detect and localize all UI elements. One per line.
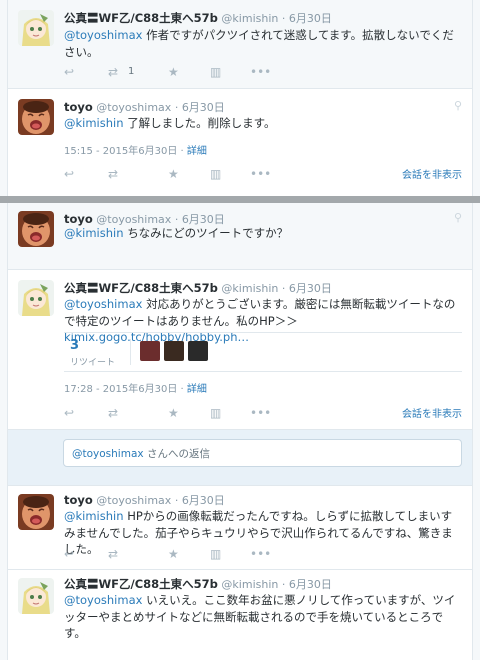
conversation-panel-2: ⚲ toyo @toyoshimax 6月30日 @kimishin ちなみにど… — [7, 203, 473, 660]
hide-conversation-link[interactable]: 会話を非表示 — [402, 405, 462, 420]
user-handle[interactable]: @toyoshimax — [96, 101, 171, 114]
retweeter-avatar[interactable] — [140, 341, 160, 361]
retweet-icon[interactable]: ⇄ — [108, 547, 118, 561]
user-name[interactable]: 公真〓WF乙/C88土東へ57b — [64, 577, 218, 591]
user-handle[interactable]: @kimishin — [221, 282, 278, 295]
retweet-icon[interactable]: ⇄ — [108, 65, 118, 79]
favorite-icon[interactable]: ★ — [168, 547, 179, 561]
tweet-time[interactable]: 6月30日 — [282, 578, 332, 591]
location-pin-icon: ⚲ — [453, 99, 462, 112]
tweet-item[interactable]: 公真〓WF乙/C88土東へ57b @kimishin 6月30日 @toyosh… — [8, 569, 472, 660]
reply-icon[interactable]: ↩ — [64, 547, 74, 561]
mention-link[interactable]: @kimishin — [64, 509, 124, 523]
details-link[interactable]: 詳細 — [187, 146, 207, 157]
avatar[interactable] — [18, 211, 54, 247]
reply-icon[interactable]: ↩ — [64, 65, 74, 79]
favorite-icon[interactable]: ★ — [168, 65, 179, 79]
tweet-text: @kimishin ちなみにどのツイートですか？ — [64, 225, 460, 242]
tweet-header: 公真〓WF乙/C88土東へ57b @kimishin 6月30日 — [64, 280, 332, 296]
avatar[interactable] — [18, 280, 54, 316]
tweet-metadata: 15:15 - 2015年6月30日 · 詳細 — [64, 146, 207, 157]
mention-link[interactable]: @toyoshimax — [64, 593, 142, 607]
tweet-time[interactable]: 6月30日 — [282, 282, 332, 295]
tweet-time[interactable]: 6月30日 — [282, 12, 332, 25]
tweet-time[interactable]: 6月30日 — [175, 101, 225, 114]
user-handle[interactable]: @toyoshimax — [96, 494, 171, 507]
more-icon[interactable]: ••• — [250, 65, 271, 79]
user-name[interactable]: toyo — [64, 100, 93, 114]
tweet-item-focused[interactable]: ⚲ toyo @toyoshimax 6月30日 @kimishin 了解しまし… — [8, 88, 472, 196]
retweeter-avatar[interactable] — [164, 341, 184, 361]
favorite-icon[interactable]: ★ — [168, 406, 179, 420]
analytics-icon[interactable]: ▥ — [210, 167, 221, 181]
retweet-icon[interactable]: ⇄ — [108, 406, 118, 420]
mention-link[interactable]: @toyoshimax — [64, 297, 142, 311]
reply-icon[interactable]: ↩ — [64, 167, 74, 181]
analytics-icon[interactable]: ▥ — [210, 406, 221, 420]
analytics-icon[interactable]: ▥ — [210, 65, 221, 79]
more-icon[interactable]: ••• — [250, 406, 271, 420]
reply-icon[interactable]: ↩ — [64, 406, 74, 420]
tweet-header: 公真〓WF乙/C88土東へ57b @kimishin 6月30日 — [64, 576, 332, 592]
user-name[interactable]: toyo — [64, 212, 93, 226]
reply-composer: @toyoshimax さんへの返信 — [8, 429, 472, 485]
tweet-text: @kimishin 了解しました。削除します。 — [64, 115, 460, 132]
analytics-icon[interactable]: ▥ — [210, 547, 221, 561]
tweet-item[interactable]: ⚲ toyo @toyoshimax 6月30日 @kimishin ちなみにど… — [8, 203, 472, 269]
tweet-time[interactable]: 6月30日 — [175, 494, 225, 507]
tweet-timestamp: 15:15 - 2015年6月30日 — [64, 146, 178, 157]
user-name[interactable]: toyo — [64, 493, 93, 507]
avatar[interactable] — [18, 494, 54, 530]
conversation-panel-1: 公真〓WF乙/C88土東へ57b @kimishin 6月30日 @toyosh… — [7, 0, 473, 196]
reply-mention: @toyoshimax — [72, 448, 144, 460]
reply-placeholder: さんへの返信 — [146, 448, 210, 460]
tweet-text: @toyoshimax 作者ですがパクツイされて迷惑してます。拡散しないでくださ… — [64, 27, 460, 60]
avatar[interactable] — [18, 578, 54, 614]
tweet-body: ちなみにどのツイートですか？ — [127, 226, 289, 240]
avatar[interactable] — [18, 99, 54, 135]
tweet-body: 了解しました。削除します。 — [127, 116, 276, 130]
user-handle[interactable]: @kimishin — [221, 12, 278, 25]
reply-input[interactable]: @toyoshimax さんへの返信 — [63, 439, 462, 467]
more-icon[interactable]: ••• — [250, 167, 271, 181]
tweet-timestamp: 17:28 - 2015年6月30日 — [64, 384, 178, 395]
hide-conversation-link[interactable]: 会話を非表示 — [402, 166, 462, 181]
avatar[interactable] — [18, 10, 54, 46]
favorite-icon[interactable]: ★ — [168, 167, 179, 181]
retweet-label: リツイート — [70, 358, 116, 368]
tweet-header: toyo @toyoshimax 6月30日 — [64, 492, 225, 508]
screenshot-divider — [0, 196, 480, 203]
tweet-header: toyo @toyoshimax 6月30日 — [64, 99, 225, 115]
location-pin-icon: ⚲ — [453, 211, 462, 224]
user-name[interactable]: 公真〓WF乙/C88土東へ57b — [64, 281, 218, 295]
tweet-item-focused[interactable]: 公真〓WF乙/C88土東へ57b @kimishin 6月30日 @toyosh… — [8, 269, 472, 429]
stats-divider — [130, 339, 131, 365]
tweet-header: 公真〓WF乙/C88土東へ57b @kimishin 6月30日 — [64, 10, 332, 26]
mention-link[interactable]: @toyoshimax — [64, 28, 142, 42]
mention-link[interactable]: @kimishin — [64, 226, 124, 240]
details-link[interactable]: 詳細 — [187, 384, 207, 395]
tweet-stats: 3 リツイート — [64, 332, 462, 372]
retweeter-avatar[interactable] — [188, 341, 208, 361]
mention-link[interactable]: @kimishin — [64, 116, 124, 130]
tweet-text: @toyoshimax いえいえ。ここ数年お盆に悪ノリして作っていますが、ツイッ… — [64, 592, 460, 642]
retweet-count: 1 — [128, 66, 135, 77]
user-name[interactable]: 公真〓WF乙/C88土東へ57b — [64, 11, 218, 25]
retweet-count[interactable]: 3 — [70, 338, 79, 353]
tweet-item[interactable]: 公真〓WF乙/C88土東へ57b @kimishin 6月30日 @toyosh… — [8, 0, 472, 88]
retweet-icon[interactable]: ⇄ — [108, 167, 118, 181]
user-handle[interactable]: @kimishin — [221, 578, 278, 591]
tweet-item[interactable]: toyo @toyoshimax 6月30日 @kimishin HPからの画像… — [8, 485, 472, 569]
tweet-metadata: 17:28 - 2015年6月30日 · 詳細 — [64, 384, 207, 395]
more-icon[interactable]: ••• — [250, 547, 271, 561]
